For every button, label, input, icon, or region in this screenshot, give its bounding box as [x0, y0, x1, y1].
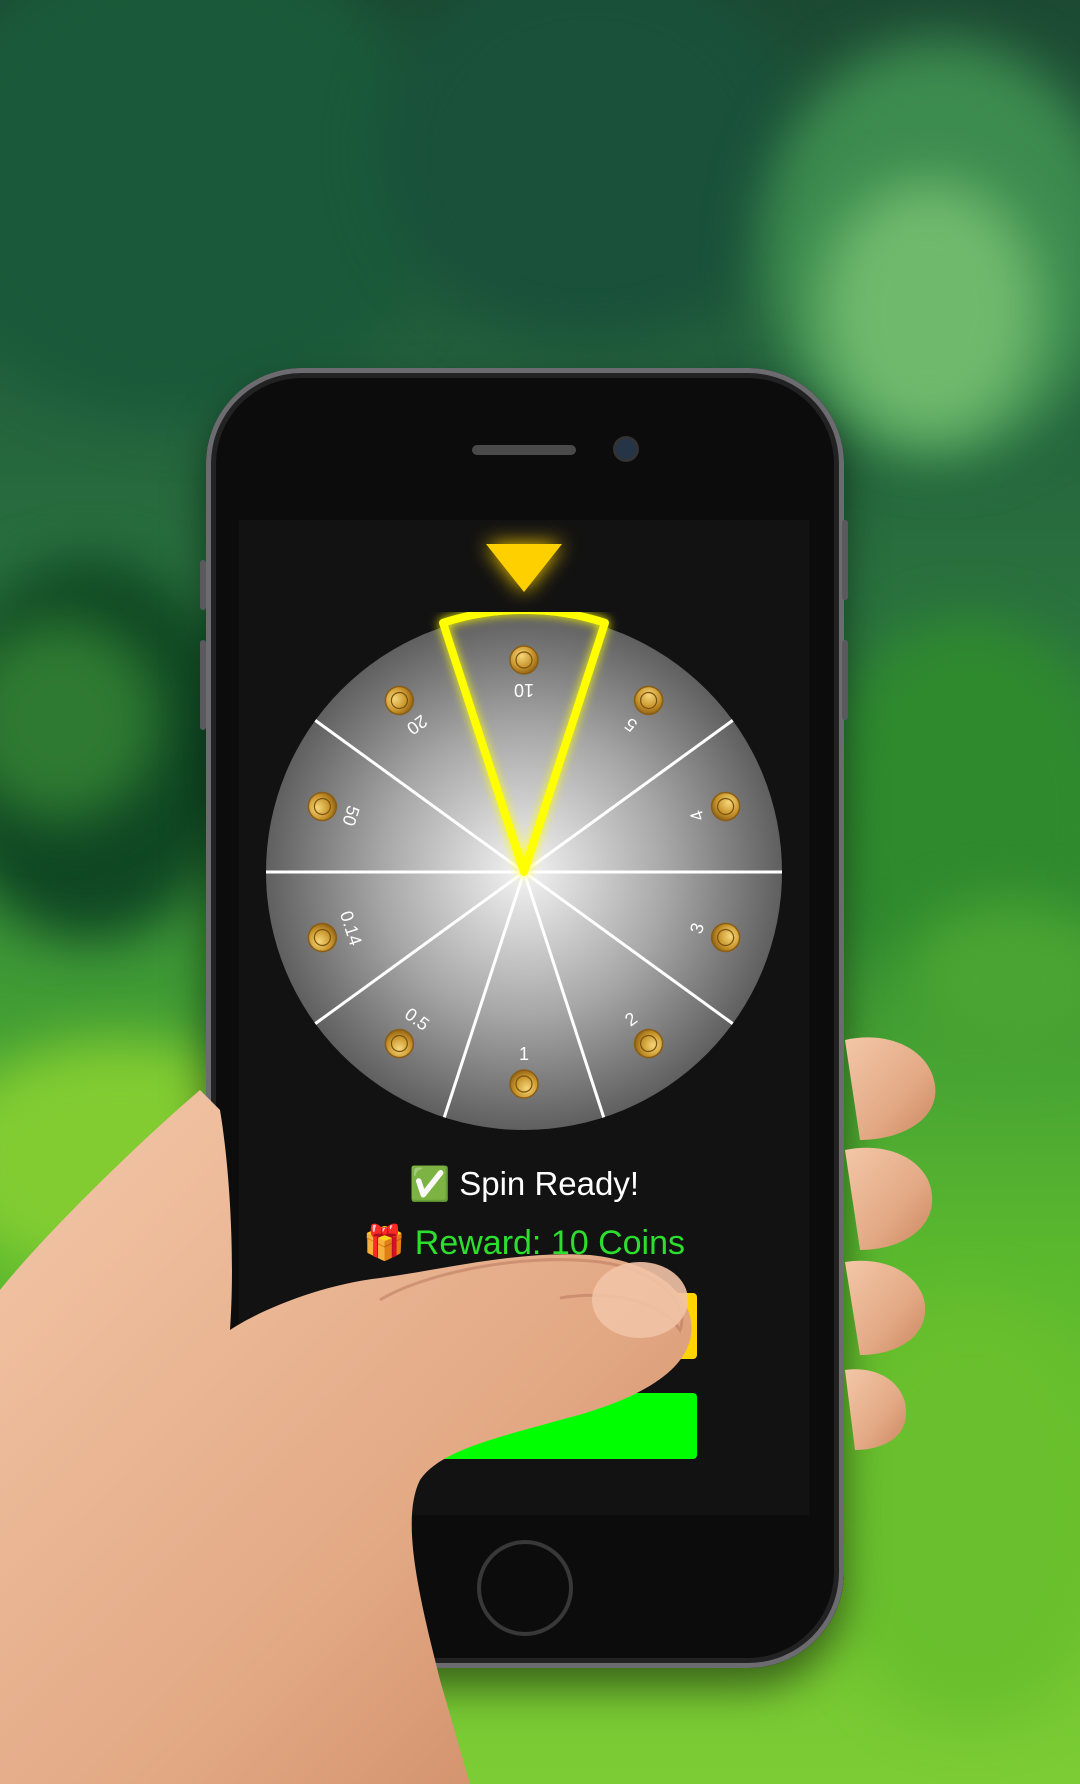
checkmark-icon: ✅ — [408, 1165, 451, 1202]
spin-button[interactable] — [351, 1293, 697, 1359]
phone-speaker — [472, 445, 576, 455]
spin-status: ✅ Spin Ready! — [239, 1165, 809, 1204]
phone-side-button — [200, 640, 206, 730]
app-screen: 10 5 4 3 2 1 0.5 0.14 50 20 ✅ Spin Ready! 🎁 Rewar… — [239, 520, 809, 1515]
coin-icon — [509, 1069, 539, 1099]
phone-camera — [616, 439, 636, 459]
reward-line: 🎁 Reward: 10 Coins — [239, 1223, 809, 1263]
prize-wheel[interactable]: 10543210.50.145020 — [264, 612, 784, 1132]
status-text: Spin Ready! — [459, 1165, 640, 1202]
phone-side-button — [200, 560, 206, 610]
claim-button[interactable] — [351, 1393, 697, 1459]
segment-value: 1 — [519, 1044, 529, 1064]
reward-text: Reward: 10 Coins — [414, 1224, 686, 1262]
phone-side-button — [842, 640, 848, 720]
gift-icon: 🎁 — [362, 1224, 406, 1262]
coin-icon — [509, 645, 539, 675]
home-button — [477, 1540, 573, 1636]
phone-side-button — [842, 520, 848, 600]
segment-value: 10 — [514, 680, 534, 700]
pointer-icon — [486, 544, 562, 592]
